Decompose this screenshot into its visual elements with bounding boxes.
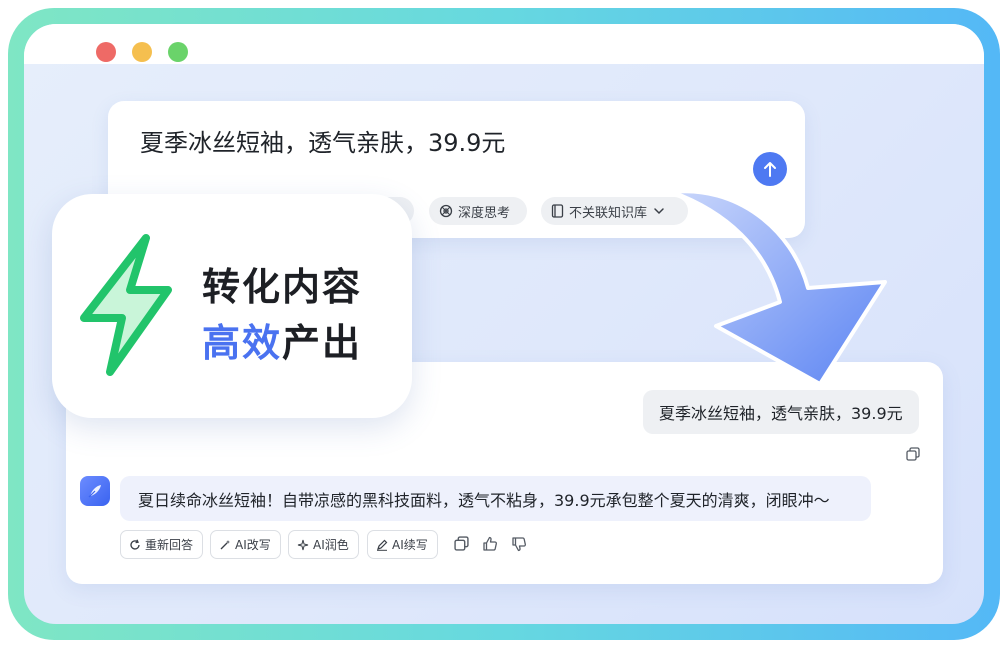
ai-message: 夏日续命冰丝短袖！自带凉感的黑科技面料，透气不粘身，39.9元承包整个夏天的清爽…: [120, 476, 871, 521]
prompt-input[interactable]: 夏季冰丝短袖，透气亲肤，39.9元: [140, 123, 505, 158]
ai-rewrite-label: AI改写: [235, 538, 271, 552]
badge-subtitle-accent: 高效: [202, 321, 283, 365]
ai-polish-button[interactable]: AI润色: [288, 530, 359, 559]
badge-subtitle-rest: 产出: [282, 321, 363, 365]
regenerate-label: 重新回答: [145, 538, 194, 552]
deep-think-icon: [439, 204, 453, 218]
refresh-icon: [130, 539, 140, 550]
pen-icon: [377, 539, 388, 551]
lightning-icon: [80, 234, 172, 376]
deep-think-toggle[interactable]: 深度思考: [429, 197, 527, 225]
copy-response-icon[interactable]: [454, 536, 469, 555]
ai-polish-label: AI润色: [313, 538, 349, 552]
badge-subtitle: 高效产出: [202, 312, 362, 367]
copy-icon[interactable]: [906, 446, 920, 465]
ai-avatar: [80, 476, 110, 506]
ai-continue-button[interactable]: AI续写: [367, 530, 438, 559]
thumbs-down-icon[interactable]: [511, 536, 527, 556]
book-icon: [551, 204, 564, 218]
sparkle-icon: [297, 539, 309, 550]
feature-badge: 转化内容 高效产出: [52, 194, 412, 418]
knowledge-base-select[interactable]: 不关联知识库: [541, 197, 688, 225]
maximize-window-button[interactable]: [168, 42, 188, 62]
close-window-button[interactable]: [96, 42, 116, 62]
quill-icon: [88, 485, 101, 498]
badge-title: 转化内容: [202, 265, 363, 309]
minimize-window-button[interactable]: [132, 42, 152, 62]
regenerate-button[interactable]: 重新回答: [120, 530, 203, 559]
chevron-down-icon: [654, 208, 664, 215]
arrow-up-icon: [764, 162, 776, 177]
user-message: 夏季冰丝短袖，透气亲肤，39.9元: [643, 390, 919, 434]
magic-wand-icon: [220, 539, 230, 549]
thumbs-up-icon[interactable]: [482, 536, 498, 556]
send-button[interactable]: [753, 152, 787, 186]
title-bar: [24, 24, 984, 64]
knowledge-base-label: 不关联知识库: [569, 205, 648, 221]
ai-rewrite-button[interactable]: AI改写: [210, 530, 281, 559]
ai-continue-label: AI续写: [392, 538, 428, 552]
deep-think-label: 深度思考: [458, 205, 511, 221]
